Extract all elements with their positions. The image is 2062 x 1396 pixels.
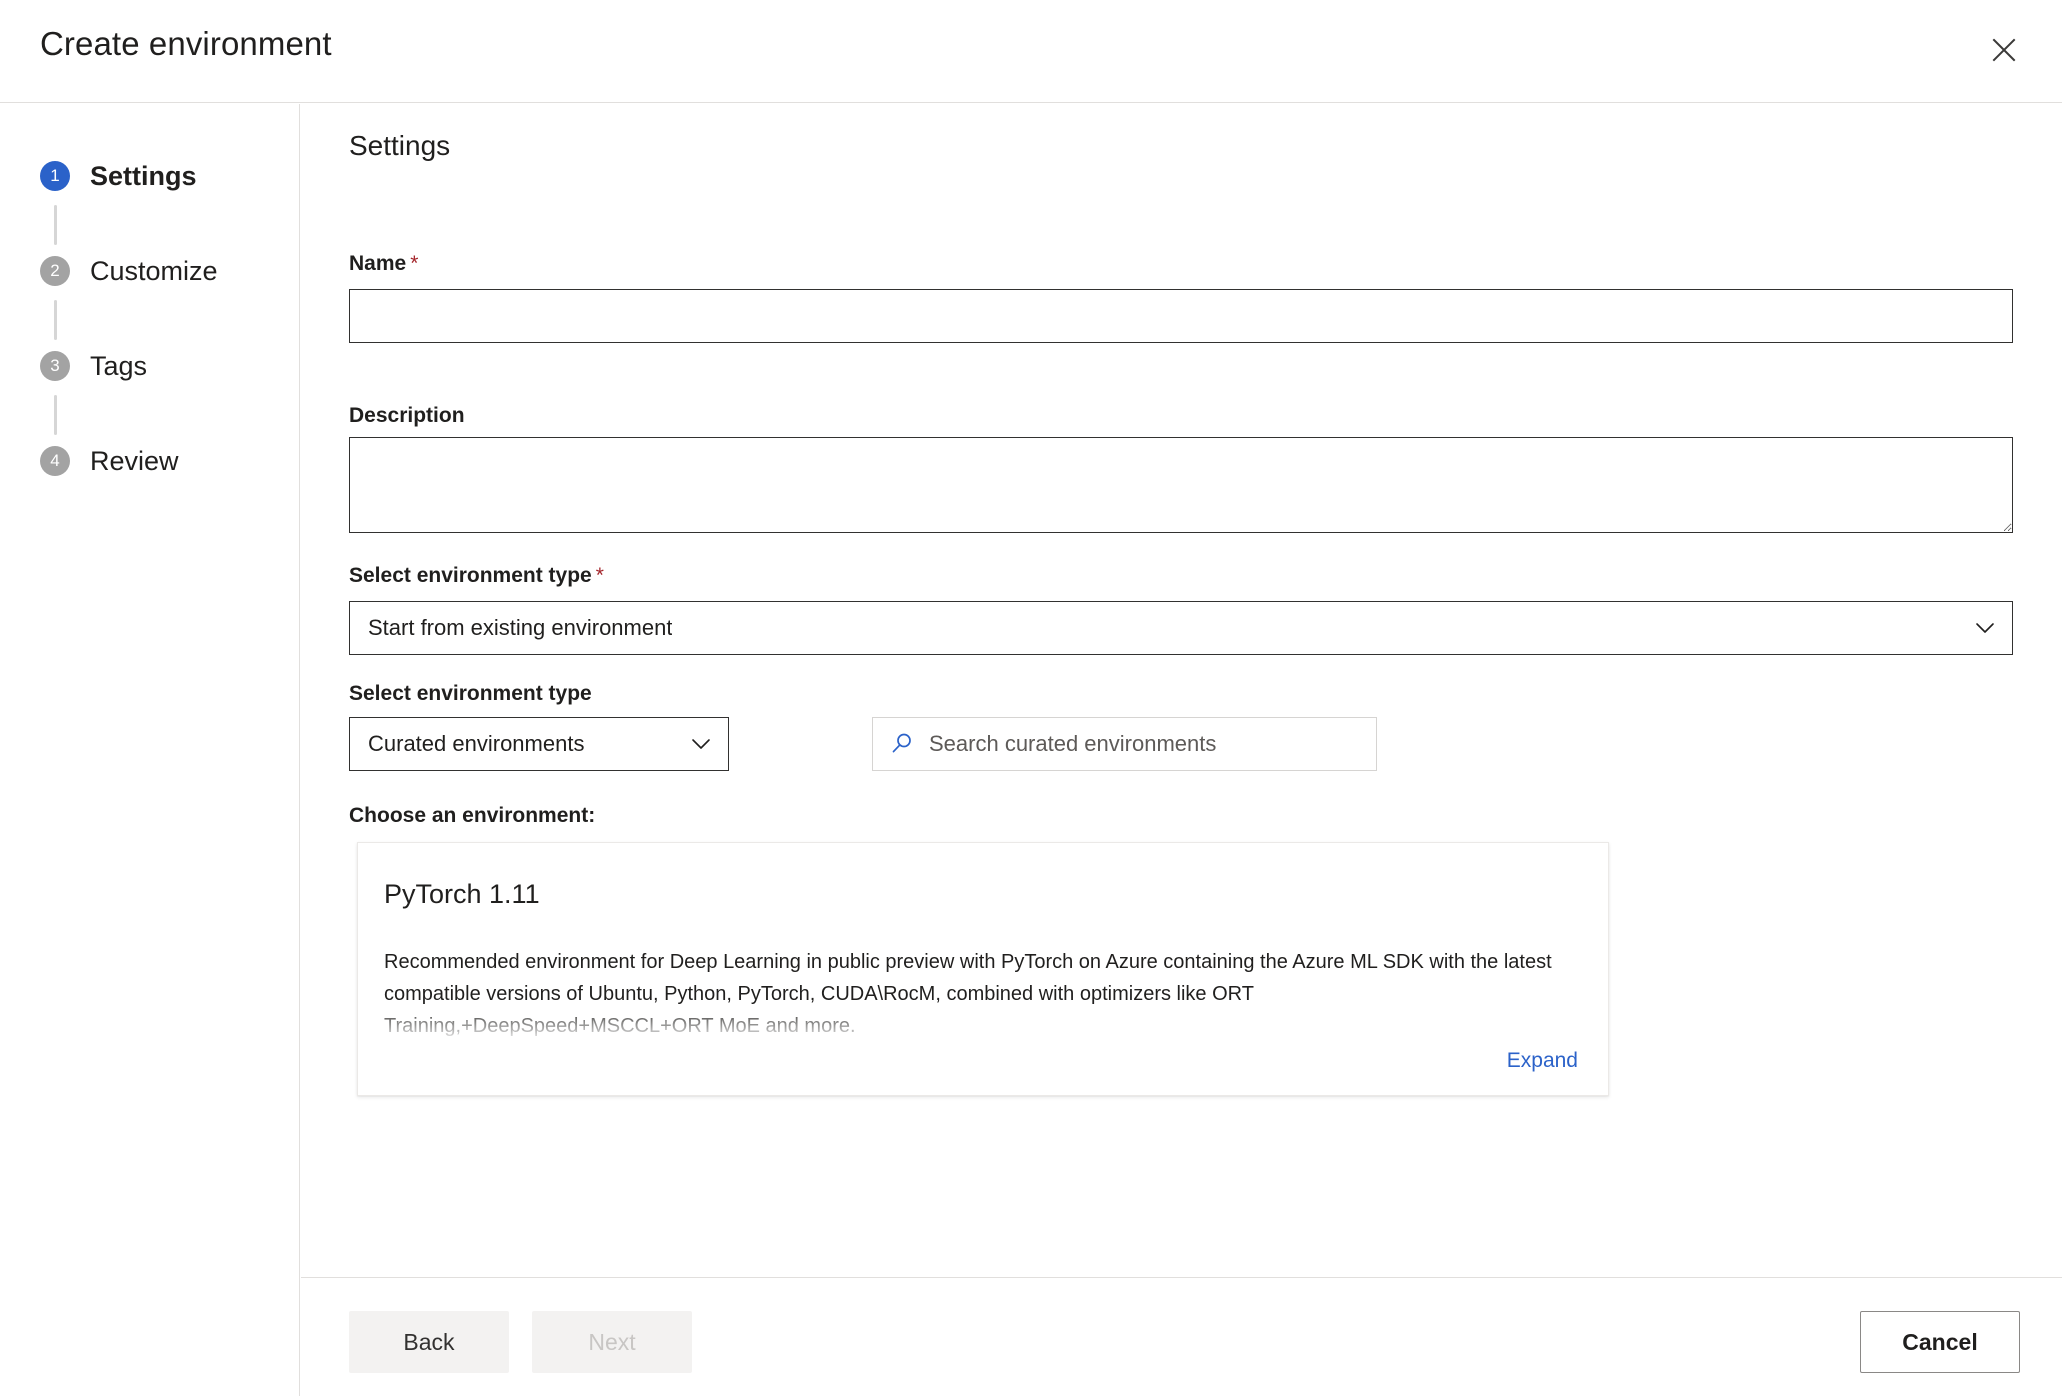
environment-card-pytorch[interactable]: PyTorch 1.11 Recommended environment for… [357, 842, 1609, 1096]
step-connector [54, 205, 57, 245]
page-title: Create environment [40, 25, 332, 62]
step-label: Tags [90, 350, 148, 381]
wizard-step-settings[interactable]: 1 Settings [40, 156, 197, 196]
section-title: Settings [349, 130, 451, 161]
wizard-step-customize[interactable]: 2 Customize [40, 251, 218, 291]
environment-type-label: Select environment type * [349, 564, 604, 588]
environment-card-description: Recommended environment for Deep Learnin… [384, 951, 1552, 1037]
step-label: Customize [90, 255, 218, 286]
chevron-down-icon [1976, 623, 1994, 633]
settings-panel: Settings Name * Description Select enviro… [301, 104, 2062, 1276]
cancel-button[interactable]: Cancel [1860, 1311, 2020, 1373]
back-button[interactable]: Back [349, 1311, 509, 1373]
chevron-down-icon [692, 739, 710, 749]
step-number-badge: 4 [40, 446, 70, 476]
name-label: Name * [349, 252, 418, 276]
expand-link[interactable]: Expand [1507, 1049, 1578, 1073]
search-icon [892, 733, 911, 753]
environment-type-label-text: Select environment type [349, 564, 592, 587]
dialog-footer: Back Next Cancel [301, 1277, 2062, 1396]
environment-source-label: Select environment type [349, 682, 592, 705]
step-label: Review [90, 445, 179, 476]
step-number-badge: 3 [40, 351, 70, 381]
step-number-badge: 1 [40, 161, 70, 191]
name-label-text: Name [349, 252, 407, 275]
description-label: Description [349, 404, 465, 427]
search-input[interactable]: Search curated environments [929, 731, 1216, 757]
step-label: Settings [90, 160, 197, 191]
dialog-header: Create environment [0, 0, 2062, 103]
required-asterisk: * [595, 564, 604, 587]
wizard-step-tags[interactable]: 3 Tags [40, 346, 147, 386]
search-curated-environments-box[interactable]: Search curated environments [872, 717, 1377, 771]
step-connector [54, 395, 57, 435]
environment-card-title: PyTorch 1.11 [384, 879, 540, 909]
step-number-badge: 2 [40, 256, 70, 286]
next-button[interactable]: Next [532, 1311, 692, 1373]
step-connector [54, 300, 57, 340]
choose-environment-label: Choose an environment: [349, 804, 596, 827]
required-asterisk: * [410, 252, 419, 275]
name-input[interactable] [349, 289, 2013, 343]
wizard-step-rail: 1 Settings 2 Customize 3 Tags 4 Review [0, 104, 300, 1396]
wizard-step-review[interactable]: 4 Review [40, 441, 179, 481]
environment-type-value: Start from existing environment [368, 615, 673, 640]
close-icon[interactable] [1974, 20, 2034, 80]
environment-type-dropdown[interactable]: Start from existing environment [349, 601, 2013, 655]
description-textarea[interactable] [349, 437, 2013, 533]
environment-source-value: Curated environments [368, 731, 585, 756]
environment-source-dropdown[interactable]: Curated environments [349, 717, 729, 771]
